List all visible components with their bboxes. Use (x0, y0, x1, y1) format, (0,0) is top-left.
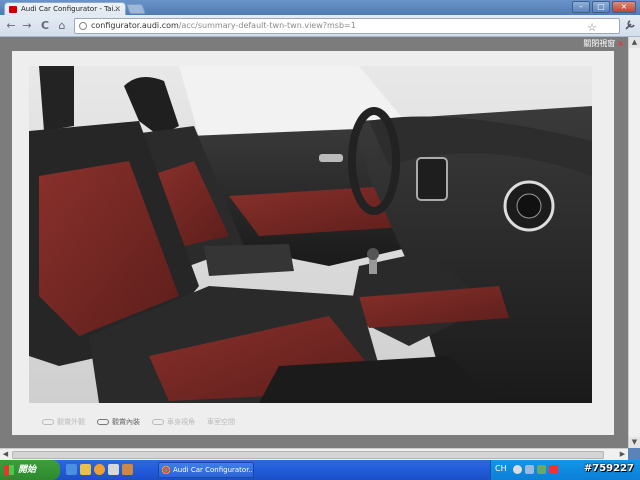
option-exterior-label: 觀賞外觀 (57, 418, 85, 426)
globe-icon (79, 22, 87, 30)
option-cabin-space[interactable]: 車室空間 (207, 417, 235, 427)
car-exterior-icon (42, 419, 54, 425)
language-indicator[interactable]: CH (495, 464, 507, 473)
audi-favicon-icon (9, 6, 17, 13)
option-interior[interactable]: 觀賞內裝 (97, 417, 140, 427)
door-handle (319, 154, 343, 162)
close-window-label: 關閉視窗 (583, 39, 616, 48)
title-bar: Audi Car Configurator - Tai... × – □ × (0, 0, 640, 16)
system-tray: CH #759227 (490, 460, 640, 480)
scroll-right-icon[interactable]: ▶ (617, 449, 628, 460)
quicklaunch-app-icon[interactable] (108, 464, 119, 475)
tray-help-icon[interactable] (513, 465, 522, 474)
option-body-view-label: 車身視角 (167, 418, 195, 426)
bookmark-star-icon[interactable]: ☆ (587, 21, 597, 33)
scroll-left-icon[interactable]: ◀ (0, 449, 11, 460)
minimize-button[interactable]: – (572, 1, 590, 13)
taskbar-item-chrome[interactable]: Audi Car Configurator... (158, 462, 254, 478)
browser-window: Audi Car Configurator - Tai... × – □ × ←… (0, 0, 640, 462)
close-window-button[interactable]: × (612, 1, 636, 13)
url-host: configurator.audi.com (91, 21, 179, 30)
quicklaunch-tool-icon[interactable] (122, 464, 133, 475)
tray-app-icon[interactable] (537, 465, 546, 474)
window-controls: – □ × (572, 1, 636, 13)
url-path: /acc/summary-default-twn-twn.view?msb=1 (178, 21, 356, 30)
taskbar: 開始 Audi Car Configurator... CH #759227 (0, 460, 640, 480)
close-window-link[interactable]: 關閉視窗 × (583, 38, 624, 49)
home-button[interactable]: ⌂ (55, 19, 69, 33)
scroll-down-icon[interactable]: ▼ (629, 437, 640, 448)
start-button[interactable]: 開始 (0, 460, 60, 480)
reload-button[interactable]: C (38, 19, 52, 33)
vertical-scrollbar[interactable]: ▲ ▼ (628, 37, 640, 448)
horizontal-scrollbar[interactable]: ◀ ▶ (0, 448, 628, 460)
interior-illustration (29, 66, 592, 403)
option-body-view[interactable]: 車身視角 (152, 417, 195, 427)
taskbar-item-label: Audi Car Configurator... (173, 466, 254, 474)
scroll-thumb[interactable] (12, 451, 604, 459)
scroll-up-icon[interactable]: ▲ (629, 37, 640, 48)
chrome-icon (162, 466, 170, 474)
page-content: 關閉視窗 × 觀賞外觀 觀賞內裝 車身視角 車室空間 (0, 37, 628, 448)
tray-network-icon[interactable] (525, 465, 534, 474)
quicklaunch-folder-icon[interactable] (80, 464, 91, 475)
tray-security-icon[interactable] (549, 465, 558, 474)
wrench-menu-icon[interactable] (624, 19, 636, 31)
browser-tab[interactable]: Audi Car Configurator - Tai... × (4, 2, 126, 16)
quicklaunch-ie-icon[interactable] (66, 464, 77, 475)
seat-icon (97, 419, 109, 425)
interior-popup: 觀賞外觀 觀賞內裝 車身視角 車室空間 (12, 51, 614, 435)
tab-title: Audi Car Configurator - Tai... (21, 5, 121, 13)
windows-flag-icon (4, 465, 14, 475)
car-side-icon (152, 419, 164, 425)
option-exterior[interactable]: 觀賞外觀 (42, 417, 85, 427)
back-button[interactable]: ← (4, 19, 18, 33)
forward-button[interactable]: → (20, 19, 34, 33)
address-bar[interactable]: configurator.audi.com/acc/summary-defaul… (74, 18, 620, 34)
tab-close-icon[interactable]: × (114, 3, 121, 15)
close-x-icon: × (617, 39, 624, 48)
view-options: 觀賞外觀 觀賞內裝 車身視角 車室空間 (42, 417, 235, 427)
quicklaunch-messenger-icon[interactable] (94, 464, 105, 475)
start-label: 開始 (18, 465, 37, 475)
watermark-text: #759227 (583, 463, 634, 474)
car-interior-image (29, 66, 592, 403)
new-tab-button[interactable] (126, 4, 146, 14)
option-interior-label: 觀賞內裝 (112, 418, 140, 426)
maximize-button[interactable]: □ (592, 1, 610, 13)
option-cabin-space-label: 車室空間 (207, 418, 235, 426)
browser-toolbar: ← → C ⌂ configurator.audi.com/acc/summar… (0, 15, 640, 37)
